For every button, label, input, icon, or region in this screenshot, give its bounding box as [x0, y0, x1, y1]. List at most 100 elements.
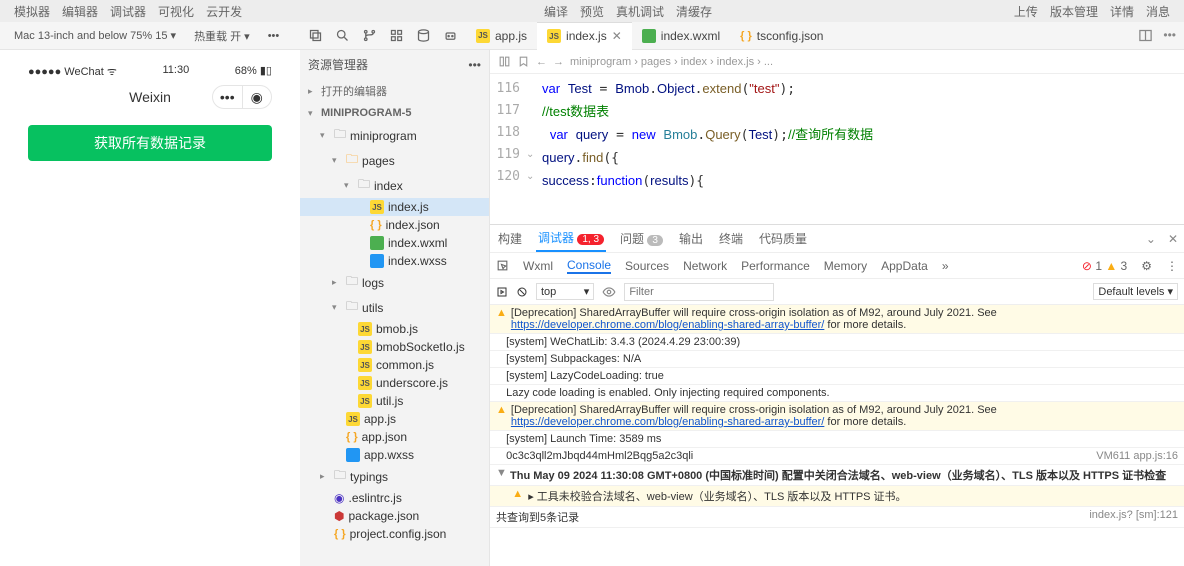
search-icon[interactable] [335, 28, 350, 43]
top-menu-bar: 模拟器编辑器调试器可视化云开发 编译预览真机调试清缓存 上传版本管理详情消息 [0, 0, 1184, 22]
editor-tabs: JSapp.jsJSindex.js✕index.wxml{ }tsconfig… [466, 22, 833, 50]
dt-subtab[interactable]: Sources [625, 259, 669, 273]
menu-item[interactable]: 模拟器 [14, 5, 50, 19]
context-select[interactable]: top ▾ [536, 283, 594, 300]
tree-item[interactable]: JSbmob.js [300, 320, 489, 338]
tree-item[interactable]: ▸🗀logs [300, 270, 489, 295]
menu-item[interactable]: 版本管理 [1050, 5, 1098, 19]
menu-item[interactable]: 可视化 [158, 5, 194, 19]
console-line: [system] LazyCodeLoading: true [490, 368, 1184, 385]
tree-item[interactable]: { }project.config.json [300, 525, 489, 543]
menu-item[interactable]: 调试器 [110, 5, 146, 19]
menu-item[interactable]: 消息 [1146, 5, 1170, 19]
inspect-icon[interactable] [496, 259, 509, 272]
tab-app.js[interactable]: JSapp.js [466, 22, 537, 50]
tree-item[interactable]: ◉.eslintrc.js [300, 489, 489, 507]
dt-tab[interactable]: 代码质量 [757, 226, 809, 251]
tree-item[interactable]: ▾🗀pages [300, 148, 489, 173]
menu-item[interactable]: 预览 [580, 5, 604, 19]
menu-item[interactable]: 云开发 [206, 5, 242, 19]
menu-item[interactable]: 编译 [544, 5, 568, 19]
tree-item[interactable]: ▾🗀miniprogram [300, 123, 489, 148]
tree-item[interactable]: JSutil.js [300, 392, 489, 410]
device-select[interactable]: Mac 13-inch and below 75% 15 ▾ [8, 27, 182, 44]
chevron-down-icon[interactable]: ⌄ [1146, 232, 1156, 246]
gear-icon[interactable]: ⚙ [1141, 259, 1152, 273]
menu-item[interactable]: 真机调试 [616, 5, 664, 19]
tree-item[interactable]: { }index.json [300, 216, 489, 234]
dt-subtab[interactable]: Memory [824, 259, 867, 273]
robot-icon[interactable] [443, 28, 458, 43]
tree-item[interactable]: JScommon.js [300, 356, 489, 374]
split-icon[interactable] [1138, 28, 1153, 43]
tree-item[interactable]: { }app.json [300, 428, 489, 446]
copy-icon[interactable] [308, 28, 323, 43]
capsule[interactable]: •••◉ [212, 85, 272, 109]
tab-tsconfig.json[interactable]: { }tsconfig.json [730, 22, 833, 50]
dt-subtab[interactable]: AppData [881, 259, 928, 273]
close-icon[interactable]: ✕ [1168, 232, 1178, 246]
nav-fwd[interactable]: → [553, 56, 564, 68]
branch-icon[interactable] [362, 28, 377, 43]
fetch-button[interactable]: 获取所有数据记录 [28, 125, 272, 161]
tree-item[interactable]: JSindex.js [300, 198, 489, 216]
hot-reload[interactable]: 热重载 开 ▾ [188, 26, 256, 46]
more-tabs[interactable]: » [942, 259, 949, 273]
code-editor[interactable]: 116117118119120 ⌄⌄ var Test = Bmob.Objec… [490, 74, 1184, 224]
level-select[interactable]: Default levels ▾ [1093, 283, 1178, 300]
crumb[interactable]: index.js [717, 56, 754, 68]
toolbar-row: Mac 13-inch and below 75% 15 ▾ 热重载 开 ▾ •… [0, 22, 1184, 50]
tree-item[interactable]: ▸🗀typings [300, 464, 489, 489]
dt-subtab[interactable]: Performance [741, 259, 810, 273]
crumb[interactable]: ... [764, 56, 773, 68]
menu-item[interactable]: 详情 [1110, 5, 1134, 19]
tree-item[interactable]: ▾🗀index [300, 173, 489, 198]
menu-item[interactable]: 编辑器 [62, 5, 98, 19]
filter-input[interactable] [624, 283, 774, 301]
tab-index.wxml[interactable]: index.wxml [632, 22, 730, 50]
console-line: [system] WeChatLib: 3.4.3 (2024.4.29 23:… [490, 334, 1184, 351]
eye-icon[interactable] [602, 285, 616, 299]
grid-icon[interactable] [389, 28, 404, 43]
more-icon[interactable]: ••• [1163, 28, 1176, 43]
crumb[interactable]: index [681, 56, 707, 68]
console-line: ▲ [Deprecation] SharedArrayBuffer will r… [490, 402, 1184, 431]
tab-index.js[interactable]: JSindex.js✕ [537, 22, 632, 50]
tree-item[interactable]: ⬢package.json [300, 507, 489, 525]
db-icon[interactable] [416, 28, 431, 43]
project-root[interactable]: ▾MINIPROGRAM-5 [300, 103, 489, 123]
tree-item[interactable]: JSapp.js [300, 410, 489, 428]
dt-tab[interactable]: 终端 [717, 226, 745, 251]
crumb[interactable]: miniprogram [570, 56, 631, 68]
crumb[interactable]: pages [641, 56, 671, 68]
compare-icon[interactable] [498, 55, 511, 68]
simulator: ●●●●● WeChat ᯤ 11:30 68% ▮▯ Weixin •••◉ … [0, 50, 300, 566]
kebab-icon[interactable]: ⋮ [1166, 259, 1178, 273]
menu-item[interactable]: 清缓存 [676, 5, 712, 19]
close-icon[interactable]: ✕ [612, 29, 622, 43]
console[interactable]: ▲ [Deprecation] SharedArrayBuffer will r… [490, 305, 1184, 566]
tree-item[interactable]: ▾🗀utils [300, 295, 489, 320]
dt-subtab[interactable]: Network [683, 259, 727, 273]
dt-tab[interactable]: 输出 [677, 226, 705, 251]
nav-back[interactable]: ← [536, 56, 547, 68]
explorer-more[interactable]: ••• [468, 58, 481, 72]
tree-item[interactable]: JSbmobSocketIo.js [300, 338, 489, 356]
editor-icons [300, 28, 466, 43]
more-sim[interactable]: ••• [262, 28, 286, 44]
dt-tab[interactable]: 调试器 1, 3 [536, 225, 606, 252]
dt-subtab[interactable]: Console [567, 258, 611, 274]
clear-icon[interactable] [516, 286, 528, 298]
tree-item[interactable]: app.wxss [300, 446, 489, 464]
tree-item[interactable]: index.wxml [300, 234, 489, 252]
play-icon[interactable] [496, 286, 508, 298]
tree-item[interactable]: JSunderscore.js [300, 374, 489, 392]
dt-subtab[interactable]: Wxml [523, 259, 553, 273]
bookmark-icon[interactable] [517, 55, 530, 68]
console-line: Lazy code loading is enabled. Only injec… [490, 385, 1184, 402]
menu-item[interactable]: 上传 [1014, 5, 1038, 19]
open-editors[interactable]: ▸打开的编辑器 [300, 79, 489, 103]
tree-item[interactable]: index.wxss [300, 252, 489, 270]
dt-tab[interactable]: 问题 3 [618, 226, 665, 251]
dt-tab[interactable]: 构建 [496, 226, 524, 251]
